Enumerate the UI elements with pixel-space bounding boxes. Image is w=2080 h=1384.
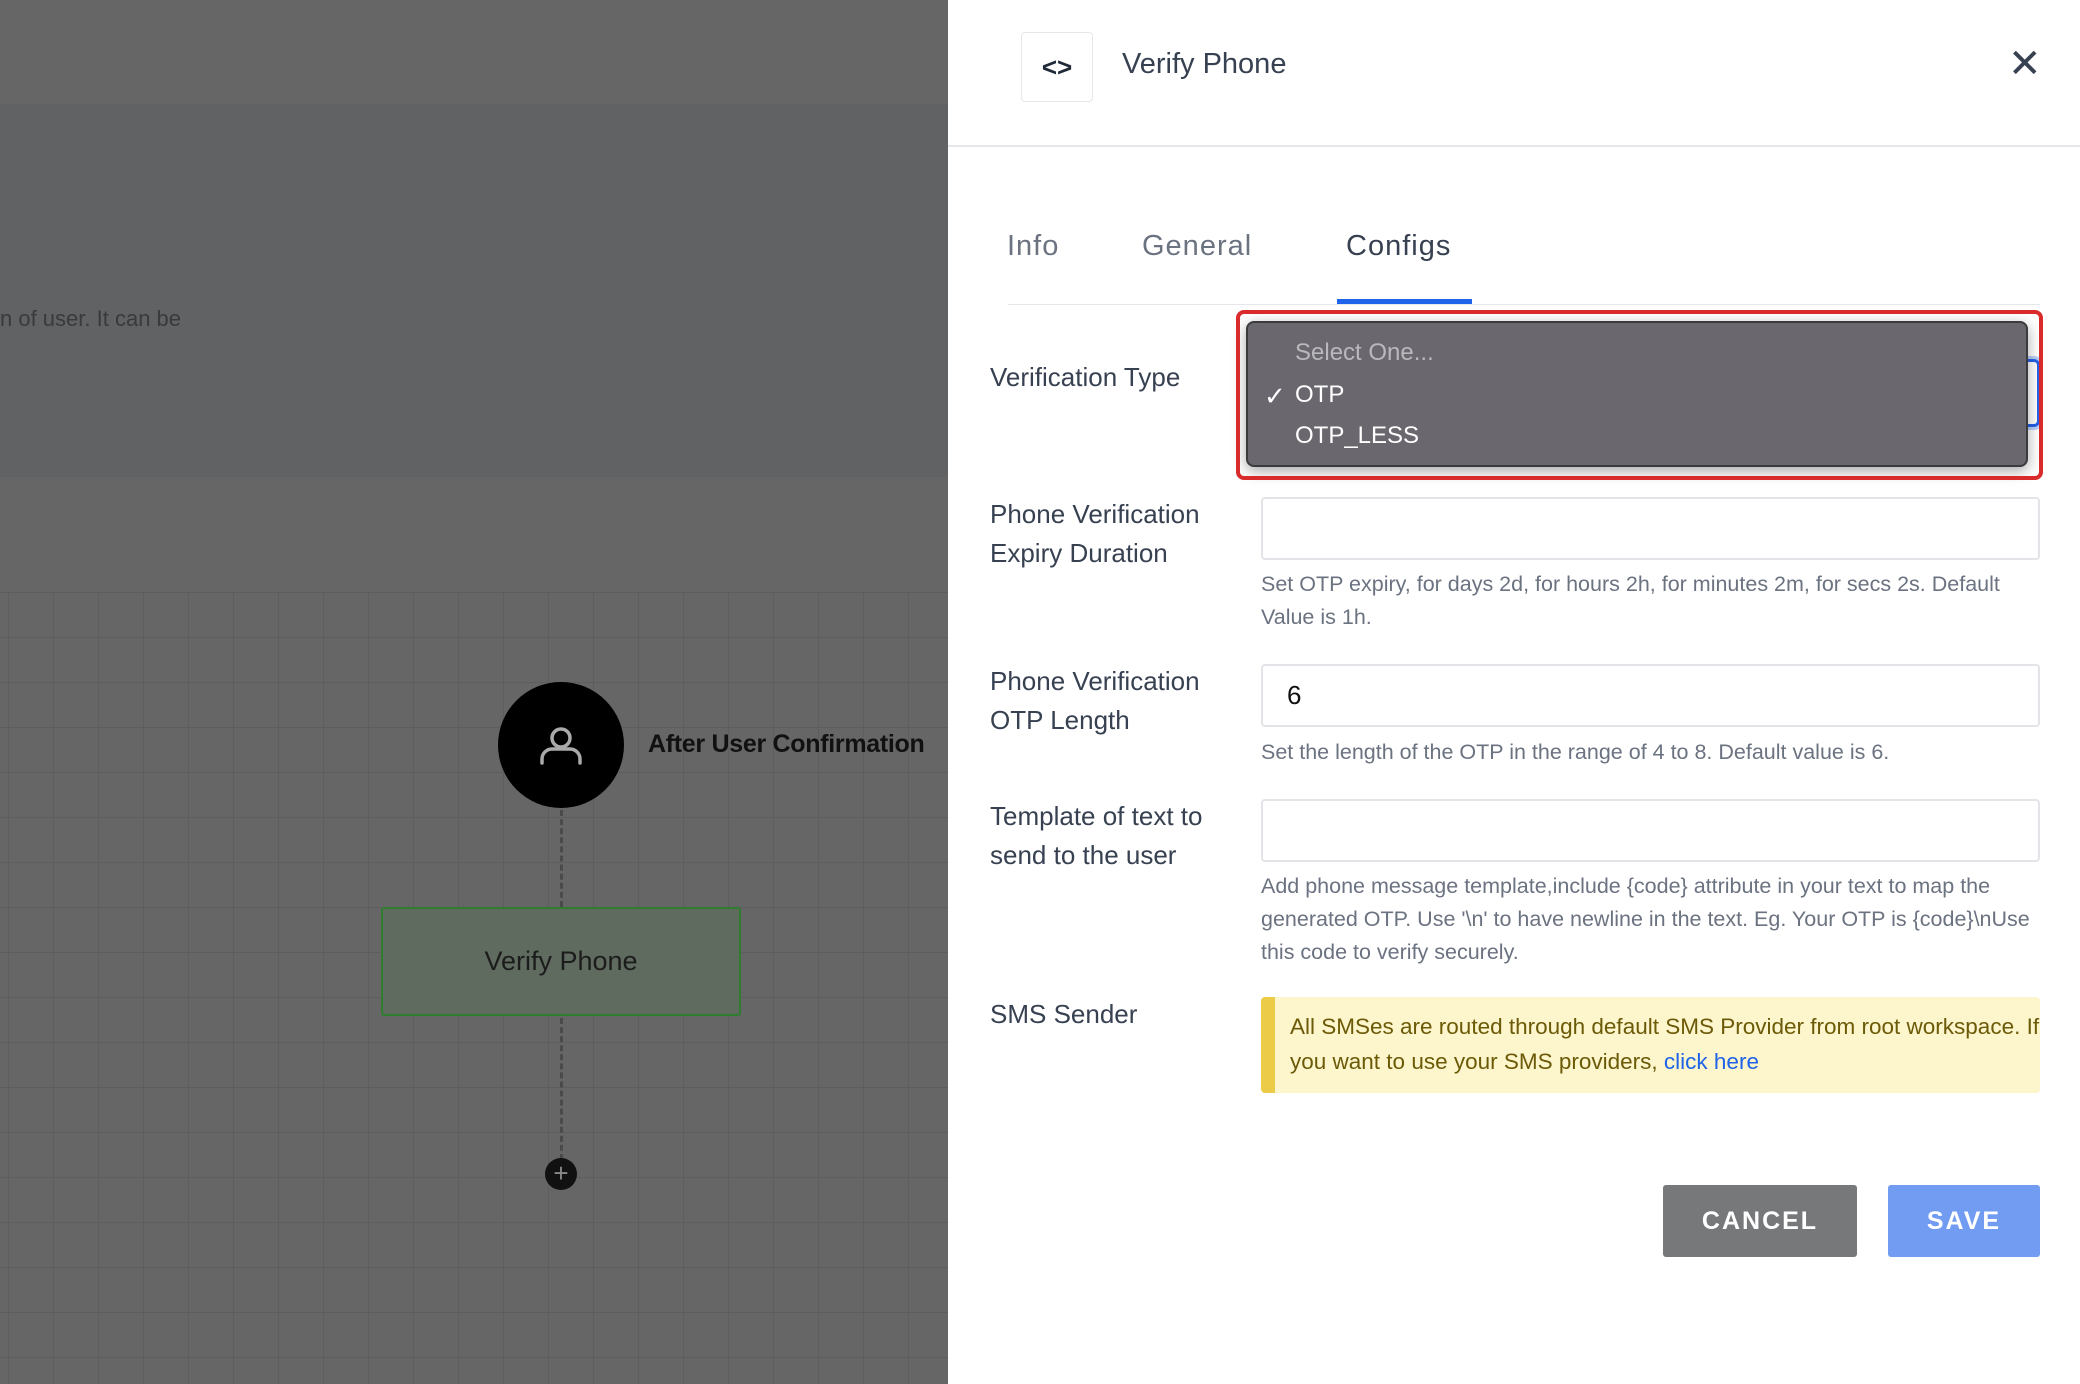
template-label: Template of text to send to the user: [990, 797, 1202, 875]
description-section: [0, 104, 948, 477]
expiry-input[interactable]: [1261, 497, 2040, 560]
otp-length-help: Set the length of the OTP in the range o…: [1261, 740, 1890, 764]
flow-canvas-overlay: n of user. It can be After User Confirma…: [0, 0, 948, 1384]
sms-sender-label: SMS Sender: [990, 999, 1138, 1029]
code-brackets-icon: <>: [1021, 32, 1093, 102]
tab-configs[interactable]: Configs: [1346, 230, 1451, 263]
plus-icon: +: [553, 1158, 569, 1188]
click-here-link[interactable]: click here: [1664, 1049, 1759, 1074]
tabs-divider: [1008, 304, 2040, 305]
save-button[interactable]: SAVE: [1888, 1185, 2040, 1257]
description-text: n of user. It can be: [0, 306, 182, 331]
otp-length-input[interactable]: 6: [1261, 664, 2040, 727]
close-button[interactable]: ✕: [2008, 44, 2042, 84]
expiry-help: Set OTP expiry, for days 2d, for hours 2…: [1261, 572, 2000, 629]
close-icon: ✕: [2008, 42, 2042, 86]
expiry-label: Phone Verification Expiry Duration: [990, 495, 1200, 573]
connector-line: [560, 1018, 563, 1160]
header-divider: [948, 145, 2080, 147]
trigger-node[interactable]: [498, 682, 624, 808]
active-tab-indicator: [1337, 299, 1472, 304]
highlight-outline: [1236, 310, 2043, 480]
expiry-label-line1: Phone Verification: [990, 499, 1200, 529]
template-label-line1: Template of text to: [990, 801, 1203, 831]
cancel-button[interactable]: CANCEL: [1663, 1185, 1857, 1257]
expiry-label-line2: Expiry Duration: [990, 538, 1168, 568]
otp-length-label-line1: Phone Verification: [990, 666, 1200, 696]
verify-phone-node[interactable]: Verify Phone: [381, 907, 741, 1016]
trigger-label: After User Confirmation: [648, 730, 925, 758]
template-input[interactable]: [1261, 799, 2040, 862]
tab-general[interactable]: General: [1142, 230, 1252, 263]
connector-line: [560, 810, 563, 907]
user-icon: [540, 727, 582, 765]
verification-type-label: Verification Type: [990, 362, 1181, 392]
panel-title: Verify Phone: [1122, 48, 1287, 80]
tab-info[interactable]: Info: [1007, 230, 1059, 263]
otp-length-label: Phone Verification OTP Length: [990, 662, 1200, 740]
sms-sender-notice: All SMSes are routed through default SMS…: [1261, 997, 2040, 1093]
template-label-line2: send to the user: [990, 840, 1177, 870]
otp-length-label-line2: OTP Length: [990, 705, 1130, 735]
template-help: Add phone message template,include {code…: [1261, 874, 2030, 964]
add-node-button[interactable]: +: [545, 1158, 577, 1190]
